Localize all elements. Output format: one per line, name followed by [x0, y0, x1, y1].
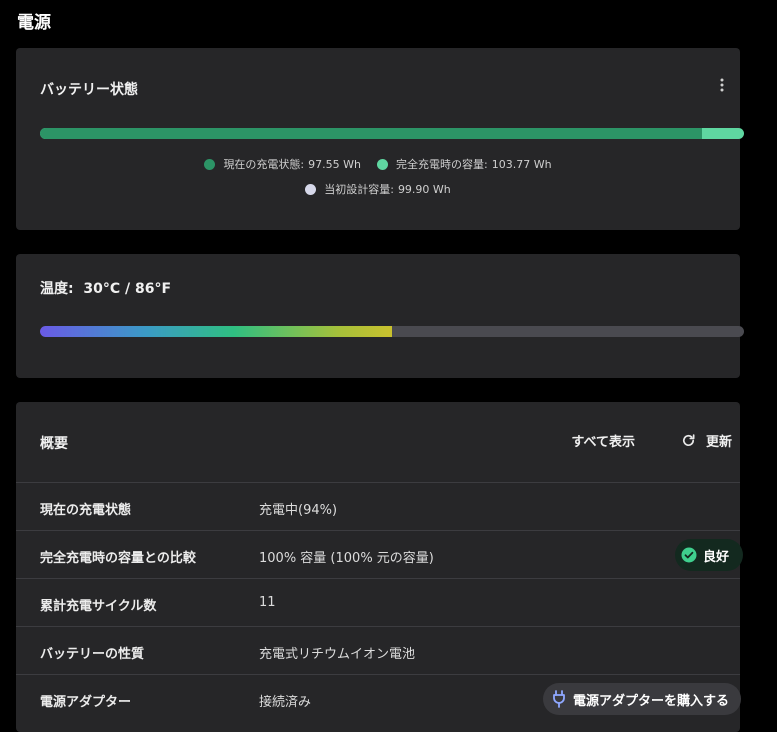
summary-actions: すべて表示 更新 — [571, 429, 732, 452]
temperature-bar — [40, 326, 744, 337]
refresh-icon — [681, 433, 696, 448]
summary-title: 概要 — [40, 436, 68, 452]
status-badge-label: 良好 — [702, 549, 729, 565]
legend-full-charge: 完全充電時の容量: 103.77 Wh — [377, 156, 552, 172]
buy-power-adapter-button[interactable]: 電源アダプターを購入する — [543, 683, 742, 715]
temperature-fill — [40, 326, 392, 337]
row-label: 電源アダプター — [40, 695, 132, 710]
table-row: 累計充電サイクル数 11 — [16, 578, 740, 627]
row-label: 完全充電時の容量との比較 — [40, 551, 196, 566]
table-row: バッテリーの性質 充電式リチウムイオン電池 — [16, 626, 740, 675]
battery-capacity-bar — [40, 128, 744, 139]
battery-status-card: バッテリー状態 現在の充電状態: 97.55 Wh 完全充電時の容量: 103.… — [16, 48, 744, 230]
temperature-title: 温度: 30°C / 86°F — [40, 281, 172, 297]
legend-design-capacity-value: 99.90 Wh — [397, 182, 451, 196]
legend-current-charge: 現在の充電状態: 97.55 Wh — [204, 156, 361, 172]
refresh-label: 更新 — [705, 435, 732, 450]
check-circle-icon — [681, 547, 697, 563]
temperature-card: 温度: 30°C / 86°F — [16, 254, 744, 378]
row-value: 充電式リチウムイオン電池 — [259, 647, 416, 662]
battery-legend-row-1: 現在の充電状態: 97.55 Wh 完全充電時の容量: 103.77 Wh — [16, 156, 740, 172]
legend-current-charge-value: 97.55 Wh — [308, 157, 361, 171]
refresh-button[interactable]: 更新 — [681, 429, 732, 452]
legend-full-charge-dot — [377, 158, 388, 170]
page-title: 電源 — [17, 13, 51, 33]
table-row: 現在の充電状態 充電中(94%) — [16, 482, 740, 531]
row-value: 11 — [259, 595, 276, 610]
legend-design-capacity-label: 当初設計容量: — [324, 183, 394, 196]
legend-design-capacity-dot — [305, 183, 317, 195]
summary-card: 概要 すべて表示 更新 現在の充電状態 充電中(94%) 完全充電時の容量との比… — [16, 402, 743, 732]
row-label: バッテリーの性質 — [40, 647, 145, 662]
battery-legend-row-2: 当初設計容量: 99.90 Wh — [16, 181, 740, 197]
show-all-button[interactable]: すべて表示 — [571, 429, 635, 452]
row-label: 現在の充電状態 — [40, 503, 132, 518]
legend-current-charge-label: 現在の充電状態: — [223, 158, 305, 171]
legend-design-capacity: 当初設計容量: 99.90 Wh — [305, 181, 451, 197]
row-value: 充電中(94%) — [259, 503, 338, 518]
more-options-button[interactable] — [712, 76, 732, 96]
table-row: 電源アダプター 接続済み 電源アダプターを購入する — [16, 674, 742, 723]
status-badge: 良好 — [674, 539, 743, 571]
battery-status-title: バッテリー状態 — [40, 82, 138, 98]
buy-power-adapter-label: 電源アダプターを購入する — [573, 693, 730, 709]
row-value: 接続済み — [259, 695, 312, 710]
more-vertical-icon — [720, 77, 724, 96]
table-row: 完全充電時の容量との比較 100% 容量 (100% 元の容量) 良好 — [16, 530, 743, 579]
legend-full-charge-value: 103.77 Wh — [491, 157, 552, 171]
row-value: 100% 容量 (100% 元の容量) — [259, 551, 434, 566]
legend-full-charge-label: 完全充電時の容量: — [396, 158, 488, 171]
plug-icon — [551, 690, 567, 708]
row-label: 累計充電サイクル数 — [40, 599, 157, 614]
legend-current-charge-dot — [204, 158, 216, 170]
battery-current-charge-fill — [40, 128, 702, 139]
